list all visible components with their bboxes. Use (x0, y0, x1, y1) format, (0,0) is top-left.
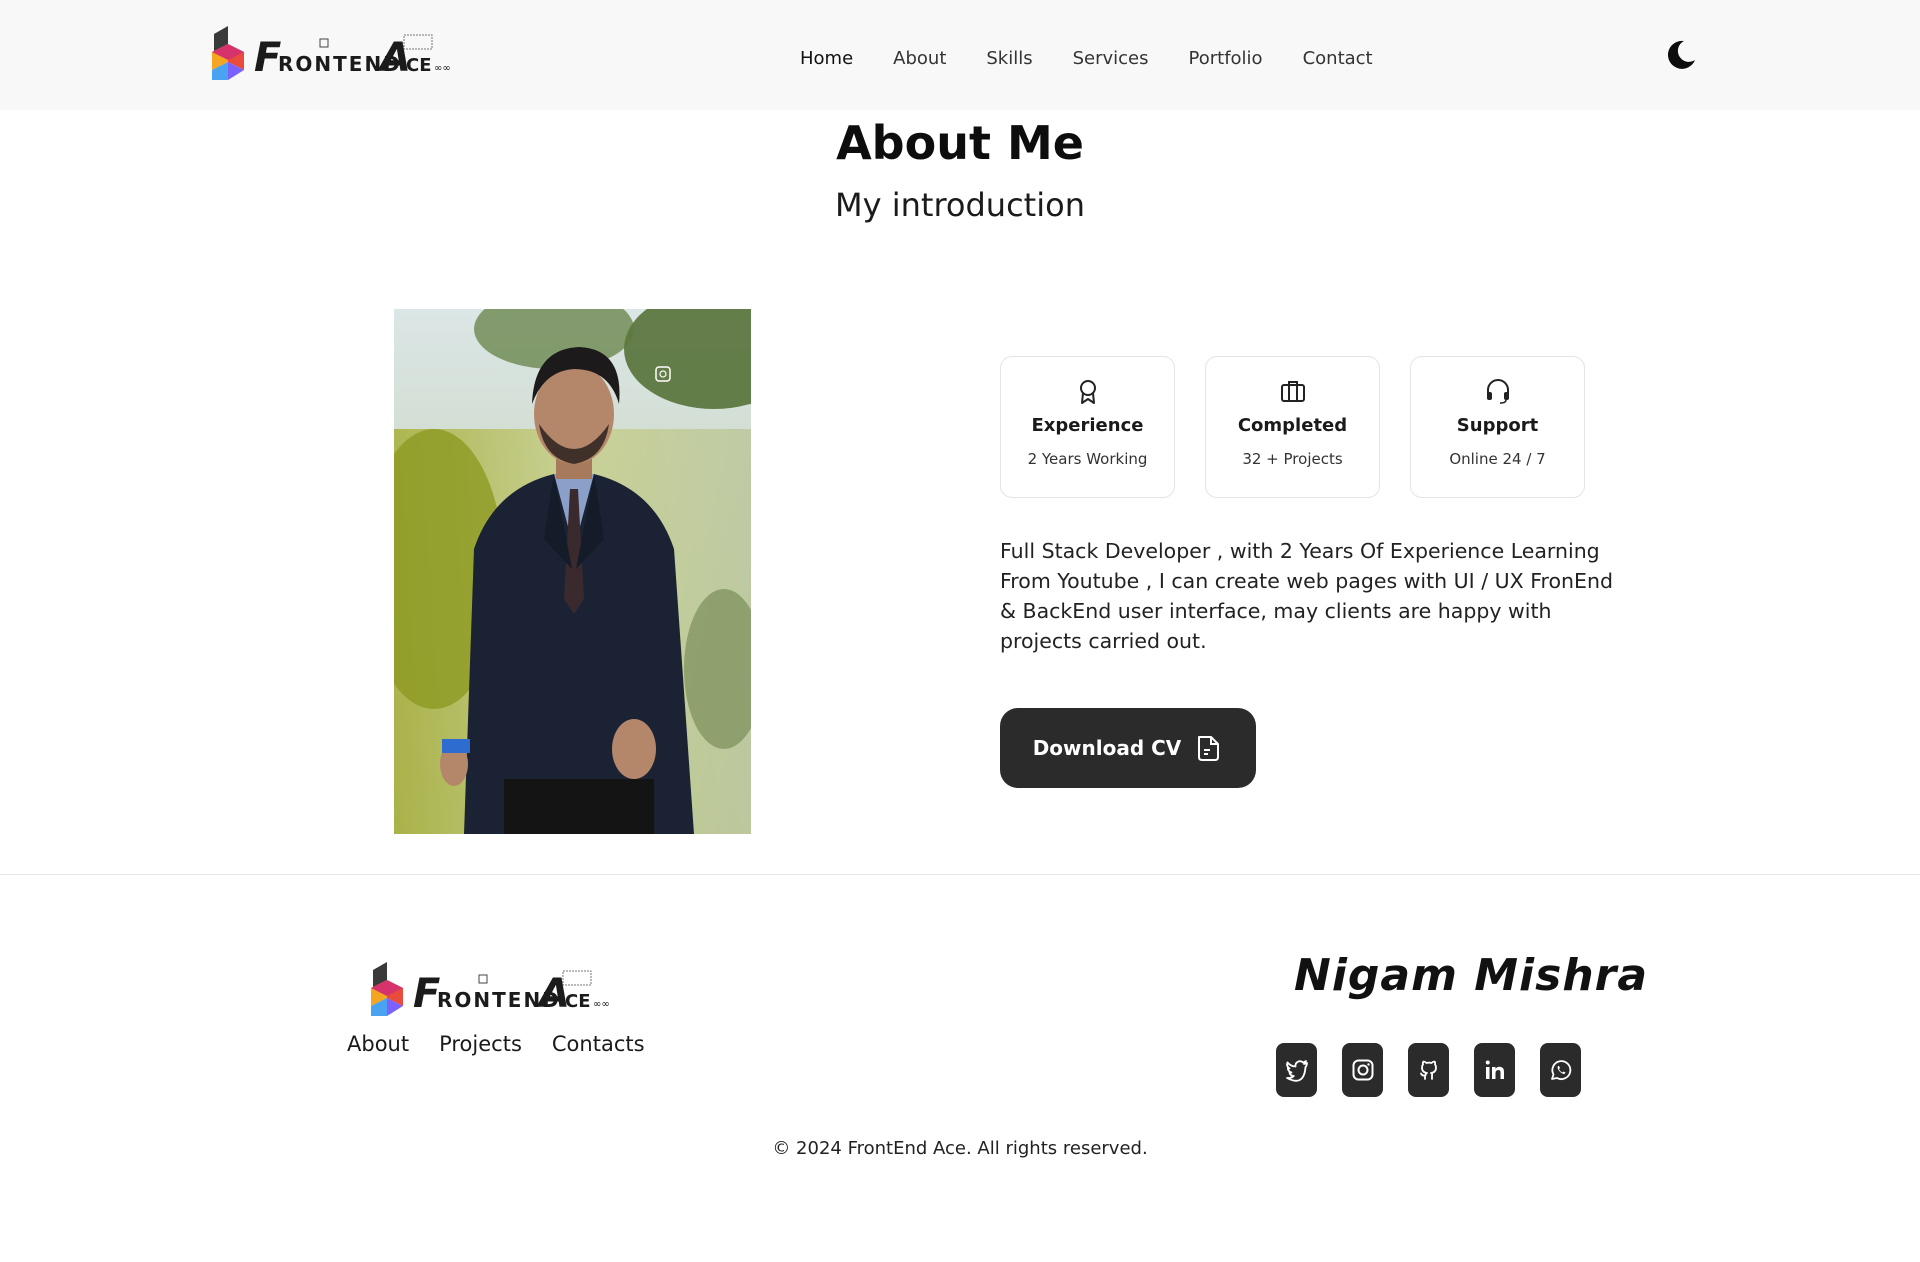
nav-skills[interactable]: Skills (986, 48, 1032, 69)
download-cv-button[interactable]: Download CV (1000, 708, 1256, 788)
logo-cube-icon (371, 962, 403, 1016)
nav-portfolio[interactable]: Portfolio (1189, 48, 1263, 69)
footer-logo[interactable]: F RONTEND A CE ∞∞ (367, 960, 623, 1018)
site-header: F RONTEND A CE ∞∞ Home About Skills Serv… (0, 0, 1920, 110)
main-nav: Home About Skills Services Portfolio Con… (800, 48, 1413, 69)
whatsapp-icon[interactable] (1540, 1043, 1581, 1097)
section-subtitle: My introduction (835, 186, 1085, 224)
nav-contact[interactable]: Contact (1303, 48, 1373, 69)
logo-wordmark: F RONTEND A CE ∞∞ (254, 34, 451, 75)
section-divider (0, 874, 1920, 875)
header-logo[interactable]: F RONTEND A CE ∞∞ (208, 24, 464, 82)
footer-link-contacts[interactable]: Contacts (552, 1032, 645, 1056)
footer-link-about[interactable]: About (347, 1032, 409, 1056)
award-icon (1079, 380, 1096, 404)
github-icon[interactable] (1408, 1043, 1449, 1097)
card-completed: Completed 32 + Projects (1205, 356, 1380, 498)
card-title: Support (1456, 415, 1539, 436)
svg-text:∞∞: ∞∞ (434, 63, 451, 74)
copyright-text: © 2024 FrontEnd Ace. All rights reserved… (772, 1138, 1148, 1159)
card-subtitle: Online 24 / 7 (1449, 450, 1546, 468)
briefcase-icon (1280, 381, 1305, 402)
moon-icon[interactable] (1664, 38, 1698, 72)
card-subtitle: 2 Years Working (1027, 450, 1148, 468)
section-title: About Me (836, 116, 1084, 170)
card-subtitle: 32 + Projects (1242, 450, 1343, 468)
instagram-icon[interactable] (1342, 1043, 1383, 1097)
logo-wordmark: F RONTEND A CE ∞∞ (413, 970, 610, 1011)
footer-links: About Projects Contacts (347, 1032, 645, 1056)
footer-link-projects[interactable]: Projects (439, 1032, 522, 1056)
card-experience: Experience 2 Years Working (1000, 356, 1175, 498)
svg-text:CE: CE (406, 55, 432, 75)
profile-photo (394, 309, 751, 834)
linkedin-icon[interactable] (1474, 1043, 1515, 1097)
download-cv-label: Download CV (1032, 736, 1182, 760)
headset-icon (1486, 379, 1509, 404)
signature: Nigam Mishra (1294, 950, 1649, 1001)
card-title: Completed (1237, 415, 1348, 436)
twitter-icon[interactable] (1276, 1043, 1317, 1097)
nav-about[interactable]: About (893, 48, 946, 69)
nav-home[interactable]: Home (800, 48, 853, 69)
card-support: Support Online 24 / 7 (1410, 356, 1585, 498)
info-cards: Experience 2 Years Working Completed 32 … (1000, 356, 1585, 498)
svg-text:∞∞: ∞∞ (593, 999, 610, 1010)
card-title: Experience (1031, 415, 1144, 436)
social-links (1276, 1043, 1581, 1097)
svg-text:CE: CE (565, 991, 591, 1011)
nav-services[interactable]: Services (1073, 48, 1149, 69)
document-icon (1198, 736, 1220, 761)
logo-cube-icon (212, 26, 244, 80)
about-description: Full Stack Developer , with 2 Years Of E… (1000, 539, 1613, 653)
